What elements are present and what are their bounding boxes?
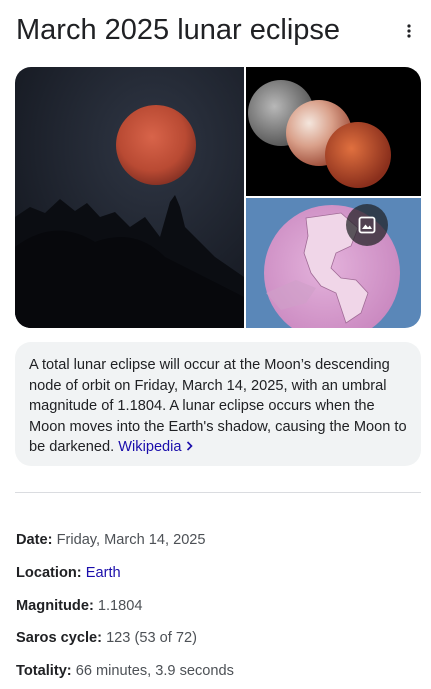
fact-label: Magnitude:	[16, 598, 94, 614]
fact-label: Totality:	[16, 663, 72, 679]
more-vert-icon	[407, 24, 411, 38]
location-link[interactable]: Earth	[86, 565, 121, 581]
fact-totality: Totality: 66 minutes, 3.9 seconds	[16, 661, 234, 681]
image-icon	[358, 216, 376, 234]
chevron-right-icon	[186, 441, 193, 451]
eclipse-visibility-map[interactable]	[246, 198, 421, 328]
fact-location: Location: Earth	[16, 563, 121, 583]
fact-magnitude: Magnitude: 1.1804	[16, 596, 143, 616]
eclipse-phases-photo[interactable]	[246, 67, 421, 196]
fact-label: Location:	[16, 565, 82, 581]
fact-value: Friday, March 14, 2025	[56, 532, 206, 548]
more-images-button[interactable]	[346, 204, 388, 246]
divider	[15, 492, 421, 493]
fact-value: 66 minutes, 3.9 seconds	[75, 663, 234, 679]
fact-label: Date:	[16, 532, 53, 548]
fact-value: 1.1804	[97, 598, 143, 614]
page-title: March 2025 lunar eclipse	[16, 14, 341, 46]
fact-value: 123 (53 of 72)	[106, 630, 197, 646]
fact-date: Date: Friday, March 14, 2025	[16, 530, 206, 550]
description-card: A total lunar eclipse will occur at the …	[15, 342, 421, 466]
fact-saros-cycle: Saros cycle: 123 (53 of 72)	[16, 628, 197, 648]
more-options-button[interactable]	[398, 20, 420, 42]
image-gallery	[15, 67, 421, 328]
red-moon-over-trees-photo[interactable]	[15, 67, 244, 328]
fact-label: Saros cycle:	[16, 630, 102, 646]
description-text: A total lunar eclipse will occur at the …	[29, 357, 407, 455]
wikipedia-link[interactable]: Wikipedia	[118, 439, 193, 455]
